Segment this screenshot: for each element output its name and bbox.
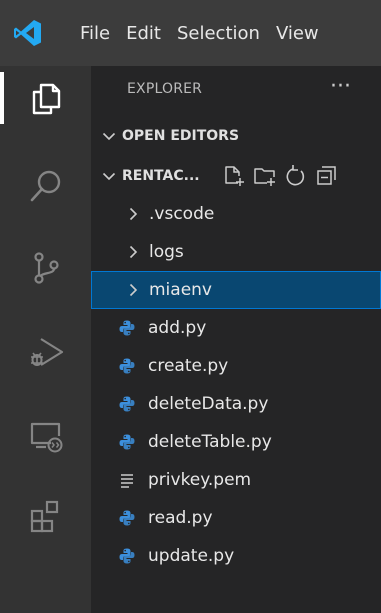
remote-explorer-activity-button[interactable] [0, 404, 91, 468]
run-debug-activity-button[interactable] [0, 320, 91, 384]
python-icon [119, 358, 135, 374]
project-title: RENTAC... [122, 168, 200, 184]
activity-bar [0, 66, 91, 613]
project-section-header[interactable]: RENTAC... [91, 158, 381, 194]
open-editors-section-header[interactable]: OPEN EDITORS [91, 118, 381, 154]
file-add-py[interactable]: add.py [91, 309, 381, 347]
file-label: privkey.pem [148, 470, 252, 490]
file-update-py[interactable]: update.py [91, 537, 381, 575]
file-deletetable-py[interactable]: deleteTable.py [91, 423, 381, 461]
extensions-activity-button[interactable] [0, 484, 91, 548]
menu-view[interactable]: View [276, 23, 319, 44]
file-read-py[interactable]: read.py [91, 499, 381, 537]
python-icon [119, 548, 135, 564]
search-icon [30, 170, 60, 202]
chevron-down-icon [102, 132, 116, 141]
project-actions [222, 164, 346, 188]
title-bar: File Edit Selection View [0, 0, 381, 66]
file-label: deleteTable.py [148, 432, 272, 452]
more-actions-button[interactable]: ··· [330, 74, 351, 99]
vscode-logo-icon[interactable] [13, 18, 43, 48]
chevron-right-icon [129, 283, 138, 297]
menu-file[interactable]: File [80, 23, 110, 44]
folder-label: logs [149, 242, 184, 262]
explorer-header: EXPLORER ··· [91, 66, 381, 116]
search-activity-button[interactable] [0, 154, 91, 218]
file-create-py[interactable]: create.py [91, 347, 381, 385]
explorer-activity-button[interactable] [0, 66, 91, 130]
refresh-explorer-button[interactable] [284, 164, 308, 188]
files-icon [32, 83, 60, 115]
remote-explorer-icon [30, 422, 62, 453]
file-label: deleteData.py [148, 394, 269, 414]
explorer-sidebar: EXPLORER ··· OPEN EDITORS RENTAC... .vsc… [91, 66, 381, 613]
folder-miaenv[interactable]: miaenv [91, 271, 381, 309]
collapse-folders-button[interactable] [315, 164, 339, 188]
chevron-down-icon [102, 172, 116, 181]
menu-selection[interactable]: Selection [177, 23, 260, 44]
explorer-title: EXPLORER [127, 81, 203, 97]
source-control-activity-button[interactable] [0, 236, 91, 300]
menu-edit[interactable]: Edit [126, 23, 161, 44]
folder-label: .vscode [149, 204, 215, 224]
python-icon [119, 434, 135, 450]
folder-logs[interactable]: logs [91, 233, 381, 271]
new-file-icon [225, 166, 244, 186]
file-privkey-pem[interactable]: privkey.pem [91, 461, 381, 499]
python-icon [119, 396, 135, 412]
refresh-icon [286, 165, 305, 186]
folder-label: miaenv [149, 280, 212, 300]
file-label: read.py [148, 508, 213, 528]
new-folder-icon [254, 168, 275, 186]
collapse-all-icon [317, 166, 336, 185]
folder-vscode[interactable]: .vscode [91, 195, 381, 233]
file-label: create.py [148, 356, 229, 376]
chevron-right-icon [129, 207, 138, 221]
new-folder-button[interactable] [253, 164, 277, 188]
python-icon [119, 510, 135, 526]
file-label: update.py [148, 546, 235, 566]
file-label: add.py [148, 318, 207, 338]
chevron-right-icon [129, 245, 138, 259]
extensions-icon [30, 500, 58, 533]
menu-bar: File Edit Selection View [80, 0, 335, 66]
source-control-icon [33, 252, 59, 284]
file-deletedata-py[interactable]: deleteData.py [91, 385, 381, 423]
open-editors-title: OPEN EDITORS [122, 128, 240, 144]
new-file-button[interactable] [222, 164, 246, 188]
text-file-icon [121, 474, 133, 488]
python-icon [119, 320, 135, 336]
run-debug-icon [30, 338, 63, 366]
